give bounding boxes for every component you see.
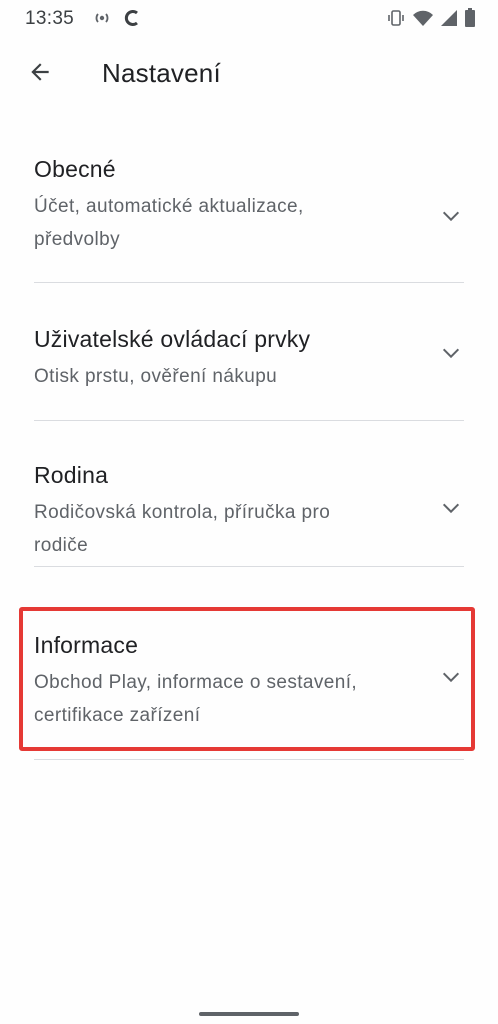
section-subtitle: Rodičovská kontrola, příručka pro rodiče — [34, 496, 418, 562]
section-family[interactable]: Rodina Rodičovská kontrola, příručka pro… — [0, 460, 498, 562]
divider — [34, 566, 464, 567]
chevron-down-icon — [442, 503, 460, 514]
section-title: Obecné — [34, 156, 116, 182]
radio-icon — [92, 10, 112, 26]
divider — [34, 759, 464, 760]
section-subtitle-line: Účet, automatické aktualizace, — [34, 196, 304, 217]
status-right-icons — [386, 8, 476, 28]
vibrate-icon — [386, 9, 406, 27]
section-subtitle: Obchod Play, informace o sestavení, cert… — [34, 666, 418, 732]
page-title: Nastavení — [102, 58, 221, 88]
section-subtitle: Otisk prstu, ověření nákupu — [34, 360, 418, 393]
section-title: Rodina — [34, 462, 109, 488]
back-button[interactable] — [18, 52, 62, 96]
section-about[interactable]: Informace Obchod Play, informace o sesta… — [0, 630, 498, 732]
section-general[interactable]: Obecné Účet, automatické aktualizace, př… — [0, 154, 498, 256]
arrow-back-icon — [27, 59, 53, 90]
battery-icon — [464, 8, 476, 28]
wifi-icon — [412, 9, 434, 27]
section-subtitle-line: Obchod Play, informace o sestavení, — [34, 672, 358, 693]
app-bar: Nastavení — [0, 38, 498, 114]
nav-gesture-handle[interactable] — [199, 1012, 299, 1016]
screen: 13:35 Nastavení Obecné Účet, automatické… — [0, 0, 498, 1024]
section-subtitle-line: rodiče — [34, 535, 89, 556]
section-subtitle-line: Otisk prstu, ověření nákupu — [34, 366, 278, 387]
section-title: Uživatelské ovládací prvky — [34, 326, 311, 352]
status-time: 13:35 — [25, 8, 75, 29]
chevron-down-icon — [442, 348, 460, 359]
section-subtitle-line: předvolby — [34, 229, 120, 250]
status-left-icons — [92, 9, 140, 27]
section-subtitle-line: certifikace zařízení — [34, 705, 201, 726]
c-app-icon — [124, 9, 140, 27]
section-subtitle: Účet, automatické aktualizace, předvolby — [34, 190, 418, 256]
divider — [34, 420, 464, 421]
signal-icon — [440, 9, 458, 27]
divider — [34, 282, 464, 283]
section-user-controls[interactable]: Uživatelské ovládací prvky Otisk prstu, … — [0, 324, 498, 393]
chevron-down-icon — [442, 672, 460, 683]
section-title: Informace — [34, 632, 139, 658]
status-bar: 13:35 — [0, 0, 498, 38]
section-subtitle-line: Rodičovská kontrola, příručka pro — [34, 502, 331, 523]
chevron-down-icon — [442, 211, 460, 222]
